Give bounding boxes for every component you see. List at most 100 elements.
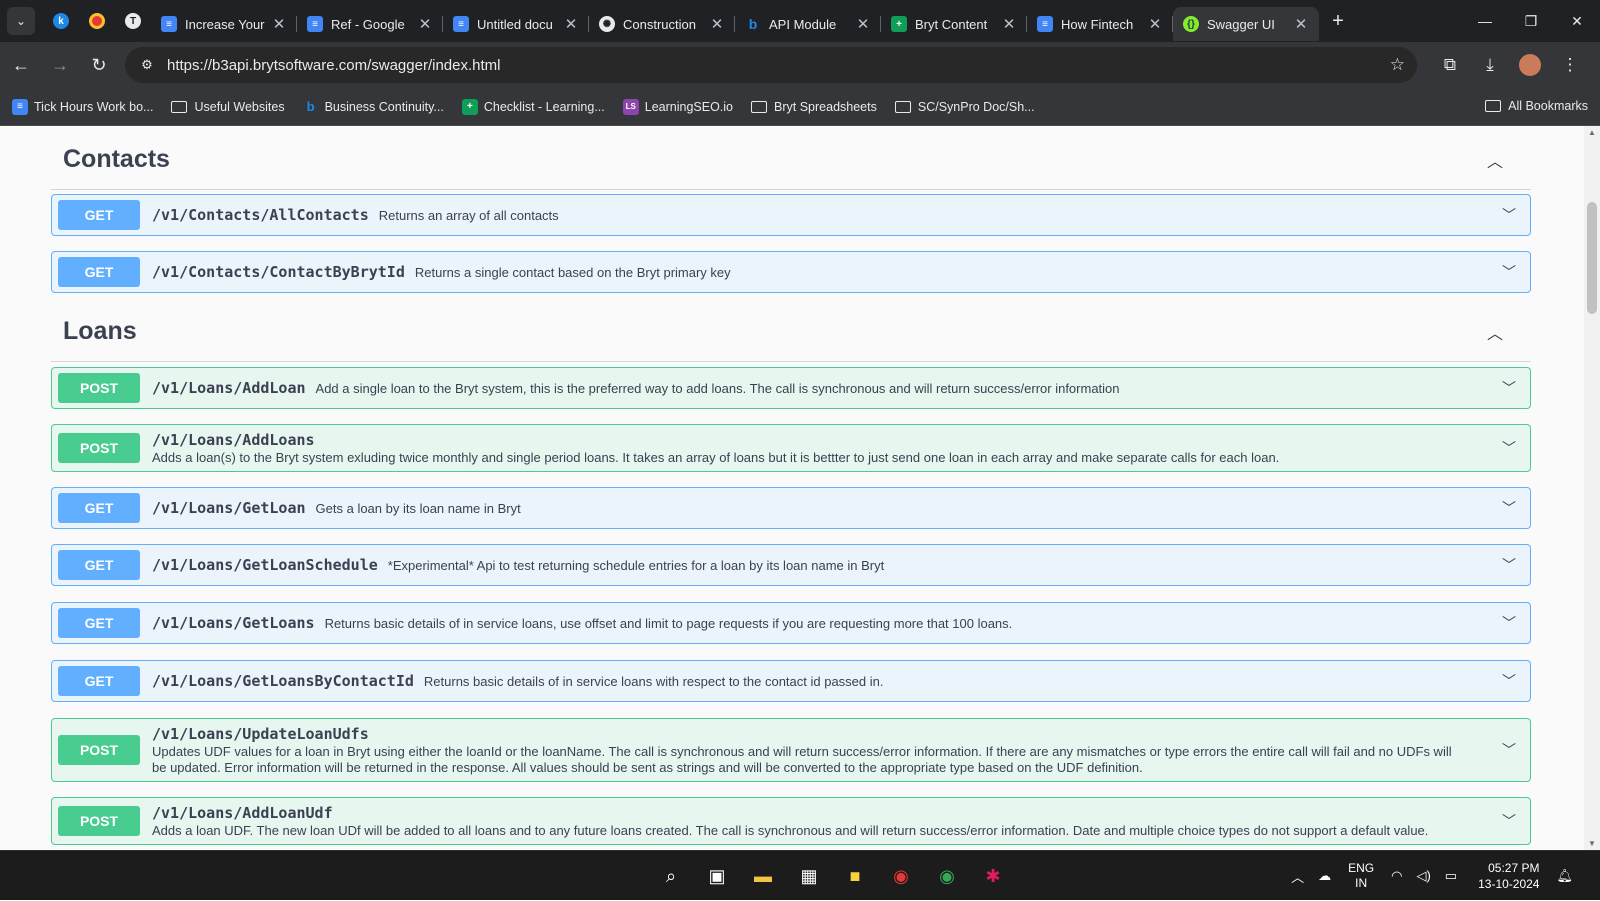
operation-description: *Experimental* Api to test returning sch… (387, 557, 885, 573)
operation-get-loan[interactable]: GET /v1/Loans/GetLoan Gets a loan by its … (51, 487, 1531, 529)
scroll-up-icon[interactable]: ▲ (1588, 128, 1596, 137)
scrollbar-thumb[interactable] (1587, 202, 1597, 314)
language-indicator[interactable]: ENG IN (1348, 861, 1374, 891)
chevron-down-icon[interactable]: ﹀ (1494, 811, 1524, 831)
chevron-up-icon[interactable]: ︿ (1487, 148, 1503, 172)
site-info-icon[interactable]: ⚙ (135, 57, 159, 73)
forward-icon[interactable]: → (42, 47, 78, 83)
close-icon[interactable]: ✕ (1293, 15, 1309, 33)
operation-get-loans-by-contact[interactable]: GET /v1/Loans/GetLoansByContactId Returns… (51, 660, 1531, 702)
chevron-down-icon[interactable]: ﹀ (1494, 671, 1524, 691)
extensions-icon[interactable]: ⧉ (1430, 55, 1470, 75)
clock[interactable]: 05:27 PM 13-10-2024 (1478, 860, 1539, 892)
chevron-down-icon[interactable]: ﹀ (1494, 498, 1524, 518)
tab-4[interactable]: b API Module ✕ (735, 7, 881, 41)
pinned-tab-k[interactable]: k (43, 4, 79, 38)
section-title: Loans (63, 317, 137, 345)
section-loans: Loans ︿ (51, 302, 1531, 362)
scroll-down-icon[interactable]: ▼ (1588, 839, 1596, 848)
bookmark-star-icon[interactable]: ☆ (1390, 55, 1405, 75)
bookmark-6[interactable]: SC/SynPro Doc/Sh... (894, 100, 1035, 114)
sticky-notes-icon[interactable]: ■ (832, 856, 878, 896)
download-icon[interactable]: ⤓ (1470, 55, 1510, 75)
tab-7[interactable]: {} Swagger UI ✕ (1173, 7, 1319, 41)
chevron-down-icon[interactable]: ﹀ (1494, 438, 1524, 458)
tab-2[interactable]: ≡ Untitled docu ✕ (443, 7, 589, 41)
store-icon[interactable]: ▦ (786, 856, 832, 896)
volume-icon[interactable]: ◁) (1416, 868, 1430, 884)
task-view-icon[interactable]: ▣ (694, 856, 740, 896)
bookmark-0[interactable]: ≡ Tick Hours Work bo... (12, 98, 153, 115)
profile-avatar[interactable] (1519, 54, 1541, 76)
search-icon[interactable]: ⌕ (648, 856, 694, 896)
lang-bottom: IN (1355, 876, 1368, 890)
close-icon[interactable]: ✕ (855, 15, 871, 33)
operation-description: Add a single loan to the Bryt system, th… (315, 380, 1120, 396)
operation-contacts-by-id[interactable]: GET /v1/Contacts/ContactByBrytId Returns … (51, 251, 1531, 293)
onedrive-icon[interactable]: ☁ (1318, 868, 1331, 884)
chevron-down-icon[interactable]: ﹀ (1494, 613, 1524, 633)
chevron-down-icon[interactable]: ﹀ (1494, 740, 1524, 760)
url-text[interactable]: https://b3api.brytsoftware.com/swagger/i… (167, 57, 501, 74)
close-icon[interactable]: ✕ (271, 15, 287, 33)
chrome-icon[interactable]: ◉ (924, 856, 970, 896)
vertical-scrollbar[interactable]: ▲ ▼ (1584, 126, 1600, 850)
chevron-down-icon[interactable]: ﹀ (1494, 555, 1524, 575)
tab-search-icon[interactable]: ⌄ (7, 7, 35, 35)
section-header-loans[interactable]: Loans ︿ (51, 302, 1531, 362)
tab-0[interactable]: ≡ Increase Your ✕ (151, 7, 297, 41)
close-icon[interactable]: ✕ (417, 15, 433, 33)
reload-icon[interactable]: ↻ (81, 47, 117, 83)
k-icon: k (53, 13, 69, 29)
tab-5[interactable]: + Bryt Content ✕ (881, 7, 1027, 41)
pinned-tab-chrome[interactable] (79, 4, 115, 38)
bookmark-1[interactable]: Useful Websites (171, 100, 285, 114)
tab-3[interactable]: ✺ Construction ✕ (589, 7, 735, 41)
section-header-contacts[interactable]: Contacts ︿ (51, 130, 1531, 190)
close-icon[interactable]: ✕ (1001, 15, 1017, 33)
bookmark-3[interactable]: + Checklist - Learning... (461, 98, 605, 115)
minimize-icon[interactable]: — (1462, 0, 1508, 42)
operation-add-loan-udf[interactable]: POST /v1/Loans/AddLoanUdf Adds a loan UDF… (51, 797, 1531, 845)
bryt-icon: b (306, 99, 315, 114)
file-explorer-icon[interactable]: ▬ (740, 856, 786, 896)
operation-add-loans[interactable]: POST /v1/Loans/AddLoans Adds a loan(s) to… (51, 424, 1531, 472)
section-title: Contacts (63, 145, 170, 173)
bookmark-5[interactable]: Bryt Spreadsheets (751, 100, 877, 114)
bookmark-4[interactable]: LS LearningSEO.io (622, 98, 733, 115)
time: 05:27 PM (1488, 861, 1540, 875)
all-bookmarks[interactable]: All Bookmarks (1485, 99, 1588, 113)
bookmark-2[interactable]: b Business Continuity... (303, 99, 444, 115)
tab-6[interactable]: ≡ How Fintech ✕ (1027, 7, 1173, 41)
operation-update-loan-udfs[interactable]: POST /v1/Loans/UpdateLoanUdfs Updates UDF… (51, 718, 1531, 782)
start-icon[interactable] (602, 856, 648, 896)
close-icon[interactable]: ✕ (709, 15, 725, 33)
wifi-icon[interactable]: ◠ (1391, 868, 1402, 884)
back-icon[interactable]: ← (3, 47, 39, 83)
restore-icon[interactable]: ❐ (1508, 0, 1554, 42)
operation-get-loans[interactable]: GET /v1/Loans/GetLoans Returns basic deta… (51, 602, 1531, 644)
operation-add-loan[interactable]: POST /v1/Loans/AddLoan Add a single loan … (51, 367, 1531, 409)
operation-path: /v1/Loans/GetLoans (152, 613, 315, 632)
operation-path: /v1/Loans/AddLoan (152, 378, 306, 397)
chevron-down-icon[interactable]: ﹀ (1494, 205, 1524, 225)
tab-1[interactable]: ≡ Ref - Google ✕ (297, 7, 443, 41)
new-tab-icon[interactable]: + (1323, 10, 1353, 33)
folder-icon (1485, 100, 1502, 112)
close-icon[interactable]: ✕ (1147, 15, 1163, 33)
address-bar[interactable]: ⚙ https://b3api.brytsoftware.com/swagger… (125, 47, 1417, 83)
chevron-up-icon[interactable]: ︿ (1487, 320, 1503, 344)
chevron-up-icon[interactable]: ︿ (1291, 867, 1304, 886)
chevron-down-icon[interactable]: ﹀ (1494, 378, 1524, 398)
slack-icon[interactable]: ✱ (970, 856, 1016, 896)
close-icon[interactable]: ✕ (563, 15, 579, 33)
chevron-down-icon[interactable]: ﹀ (1494, 262, 1524, 282)
chrome-icon[interactable]: ◉ (878, 856, 924, 896)
notification-bell-icon[interactable]: 🔔︎ (1556, 868, 1573, 884)
menu-icon[interactable]: ⋮ (1550, 55, 1590, 75)
operation-get-loan-schedule[interactable]: GET /v1/Loans/GetLoanSchedule *Experiment… (51, 544, 1531, 586)
operation-contacts-all[interactable]: GET /v1/Contacts/AllContacts Returns an a… (51, 194, 1531, 236)
battery-icon[interactable]: ▭ (1445, 868, 1457, 884)
close-window-icon[interactable]: ✕ (1554, 0, 1600, 42)
pinned-tab-t[interactable]: T (115, 4, 151, 38)
